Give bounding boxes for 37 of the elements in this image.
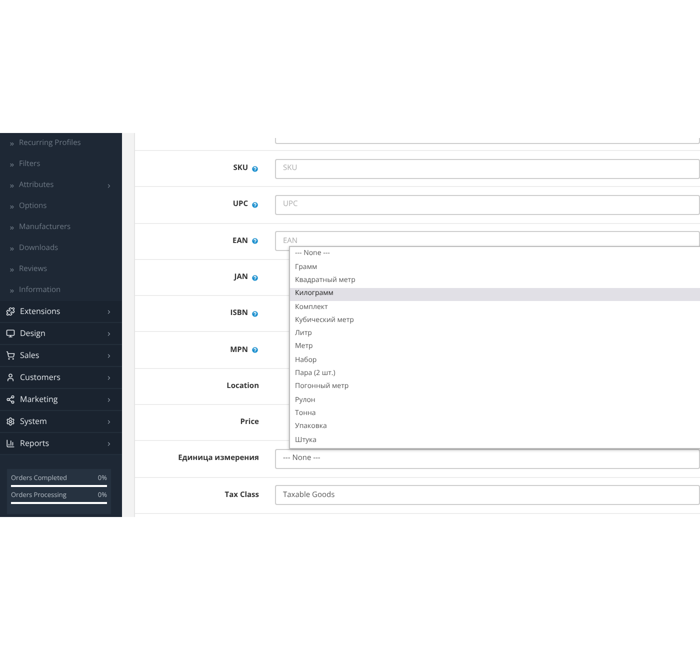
chevron-icon xyxy=(106,330,112,336)
menu-item[interactable]: Design xyxy=(0,323,122,345)
chevron-icon xyxy=(106,440,112,446)
help-icon xyxy=(251,164,259,173)
chevrons-icon xyxy=(9,162,15,168)
menu-item[interactable]: System xyxy=(0,411,122,433)
help-icon xyxy=(251,200,259,209)
menu-item[interactable]: Reports xyxy=(0,433,122,455)
chevron-icon xyxy=(106,396,112,402)
help-icon xyxy=(251,274,259,282)
menu-item[interactable]: Marketing xyxy=(0,389,122,411)
chevron-icon xyxy=(106,352,112,358)
chevrons-icon xyxy=(9,266,15,272)
chevron-icon xyxy=(106,182,112,188)
cart-icon xyxy=(6,351,15,360)
bar-chart-icon xyxy=(6,439,15,448)
chevrons-icon xyxy=(9,246,15,252)
user-icon xyxy=(6,373,15,382)
menu-item[interactable]: Customers xyxy=(0,367,122,389)
menu-item[interactable]: Sales xyxy=(0,345,122,367)
settings-icon xyxy=(6,417,15,426)
chevrons-icon xyxy=(9,182,15,188)
help-icon xyxy=(251,310,259,318)
chevron-icon xyxy=(106,418,112,424)
monitor-icon xyxy=(6,329,15,338)
puzzle-icon xyxy=(6,307,15,316)
chevrons-icon xyxy=(9,140,15,146)
chevrons-icon xyxy=(9,288,15,294)
share-icon xyxy=(6,395,15,404)
chevron-icon xyxy=(106,374,112,380)
chevrons-icon xyxy=(9,204,15,210)
chevrons-icon xyxy=(9,224,15,230)
help-icon xyxy=(251,346,259,354)
input-field[interactable] xyxy=(275,138,700,144)
menu-item[interactable]: Extensions xyxy=(0,301,122,323)
chevron-icon xyxy=(106,308,112,314)
help-icon xyxy=(251,237,259,246)
